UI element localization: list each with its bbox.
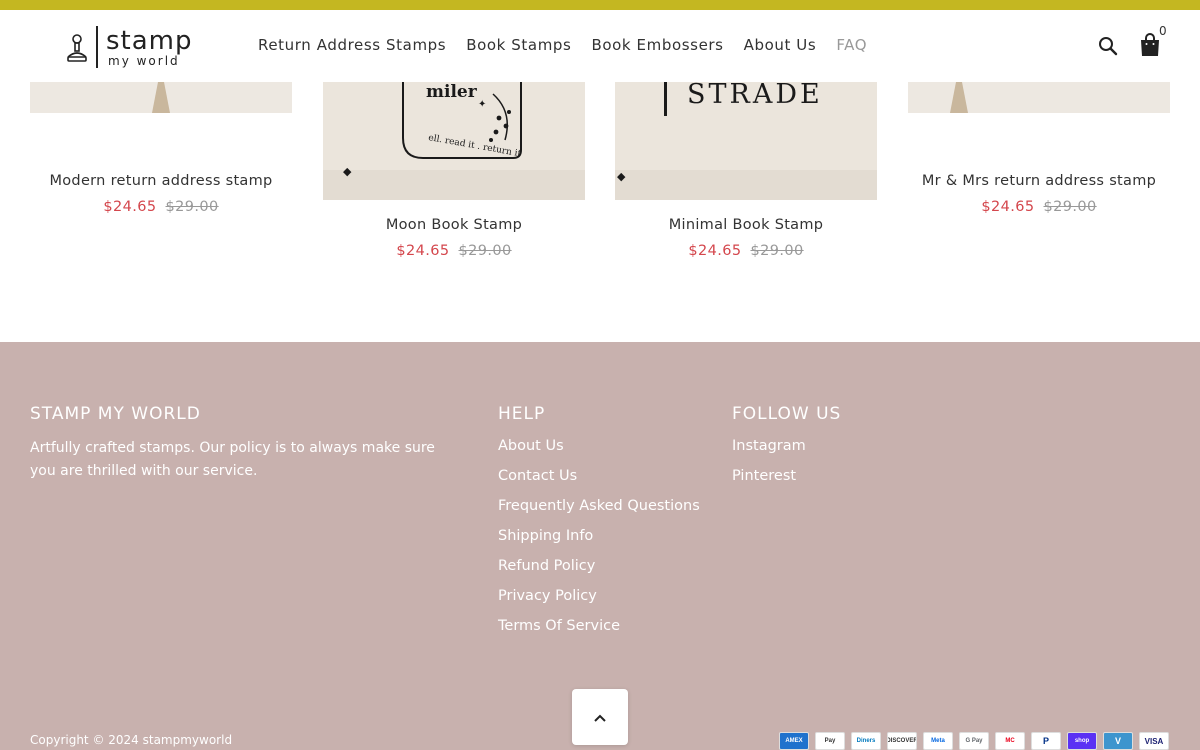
footer-link-about-us[interactable]: About Us [498, 438, 700, 468]
amex-icon: AMEX [779, 732, 809, 750]
diners-club-icon: Diners [851, 732, 881, 750]
logo-tagline: my world [108, 53, 180, 68]
main-nav: Return Address Stamps Book Stamps Book E… [258, 36, 867, 54]
sale-price: $24.65 [103, 199, 157, 215]
google-pay-icon: G Pay [959, 732, 989, 750]
nav-return-address-stamps[interactable]: Return Address Stamps [258, 36, 446, 54]
footer-link-label[interactable]: Instagram [732, 438, 806, 454]
product-name[interactable]: Minimal Book Stamp [615, 217, 877, 233]
footer-link-label[interactable]: Privacy Policy [498, 588, 597, 604]
original-price: $29.00 [165, 199, 219, 215]
footer-about-heading: STAMP MY WORLD [30, 404, 201, 424]
shop-pay-icon: shop [1067, 732, 1097, 750]
sale-price: $24.65 [981, 199, 1035, 215]
nav-about-us[interactable]: About Us [744, 36, 817, 54]
original-price: $29.00 [458, 243, 512, 259]
cart-count-badge: 0 [1159, 24, 1167, 38]
product-image[interactable]: ◆ STRADE [615, 82, 877, 200]
nav-book-embossers[interactable]: Book Embossers [591, 36, 723, 54]
product-image[interactable] [908, 82, 1170, 113]
footer-about-text: Artfully crafted stamps. Our policy is t… [30, 440, 435, 479]
product-price: $24.65 $29.00 [615, 243, 877, 259]
footer-follow-heading: FOLLOW US [732, 404, 842, 424]
footer-link-refund-policy[interactable]: Refund Policy [498, 558, 700, 588]
product-grid: Modern return address stamp $24.65 $29.0… [0, 82, 1200, 342]
nav-book-stamps[interactable]: Book Stamps [466, 36, 571, 54]
venmo-icon: V [1103, 732, 1133, 750]
svg-text:◆: ◆ [617, 170, 626, 183]
original-price: $29.00 [1043, 199, 1097, 215]
footer-link-privacy-policy[interactable]: Privacy Policy [498, 588, 700, 618]
stamp-image-text: miler [426, 82, 477, 102]
footer-link-instagram[interactable]: Instagram [732, 438, 806, 468]
product-image[interactable] [30, 82, 292, 113]
footer-link-contact-us[interactable]: Contact Us [498, 468, 700, 498]
paypal-icon: P [1031, 732, 1061, 750]
footer-link-label[interactable]: Contact Us [498, 468, 577, 484]
stamp-image-text: STRADE [687, 82, 823, 110]
footer-link-label[interactable]: Shipping Info [498, 528, 593, 544]
product-name[interactable]: Modern return address stamp [30, 173, 292, 189]
logo-wordmark: stamp [106, 25, 193, 56]
footer-link-pinterest[interactable]: Pinterest [732, 468, 806, 498]
footer-link-label[interactable]: Frequently Asked Questions [498, 498, 700, 514]
footer-follow-links: Instagram Pinterest [732, 438, 806, 498]
footer-link-terms-of-service[interactable]: Terms Of Service [498, 618, 700, 648]
meta-pay-icon: Meta [923, 732, 953, 750]
search-icon[interactable] [1096, 34, 1120, 58]
mastercard-icon: MC [995, 732, 1025, 750]
product-name[interactable]: Mr & Mrs return address stamp [908, 173, 1170, 189]
payment-icons: AMEX Pay Diners DISCOVER Meta G Pay MC P… [779, 732, 1169, 750]
original-price: $29.00 [750, 243, 804, 259]
footer-link-label[interactable]: About Us [498, 438, 564, 454]
footer-link-faq[interactable]: Frequently Asked Questions [498, 498, 700, 528]
copyright-text: Copyright © 2024 stampmyworld [30, 733, 233, 747]
footer-link-label[interactable]: Refund Policy [498, 558, 595, 574]
visa-icon: VISA [1139, 732, 1169, 750]
chevron-up-icon [593, 708, 607, 727]
footer-link-label[interactable]: Pinterest [732, 468, 796, 484]
sale-price: $24.65 [396, 243, 450, 259]
product-price: $24.65 $29.00 [323, 243, 585, 259]
product-price: $24.65 $29.00 [30, 199, 292, 215]
announcement-bar [0, 0, 1200, 10]
back-to-top-button[interactable] [572, 689, 628, 745]
svg-text:◆: ◆ [343, 165, 352, 178]
footer-link-label[interactable]: Terms Of Service [498, 618, 620, 634]
sale-price: $24.65 [688, 243, 742, 259]
footer-help-heading: HELP [498, 404, 546, 424]
site-footer: STAMP MY WORLD Artfully crafted stamps. … [0, 342, 1200, 750]
nav-faq[interactable]: FAQ [836, 36, 867, 54]
site-logo[interactable]: stamp my world [66, 25, 193, 69]
product-image[interactable]: ✦ ◆ ell. read it . return it miler [323, 82, 585, 200]
svg-text:✦: ✦ [478, 99, 486, 110]
footer-link-shipping-info[interactable]: Shipping Info [498, 528, 700, 558]
discover-icon: DISCOVER [887, 732, 917, 750]
logo-divider [96, 26, 98, 68]
apple-pay-icon: Pay [815, 732, 845, 750]
stamp-arc-text: ell. read it . return it [427, 133, 522, 159]
stamp-logo-icon [66, 27, 90, 67]
footer-help-links: About Us Contact Us Frequently Asked Que… [498, 438, 700, 648]
product-name[interactable]: Moon Book Stamp [323, 217, 585, 233]
product-price: $24.65 $29.00 [908, 199, 1170, 215]
site-header: stamp my world Return Address Stamps Boo… [0, 10, 1200, 82]
